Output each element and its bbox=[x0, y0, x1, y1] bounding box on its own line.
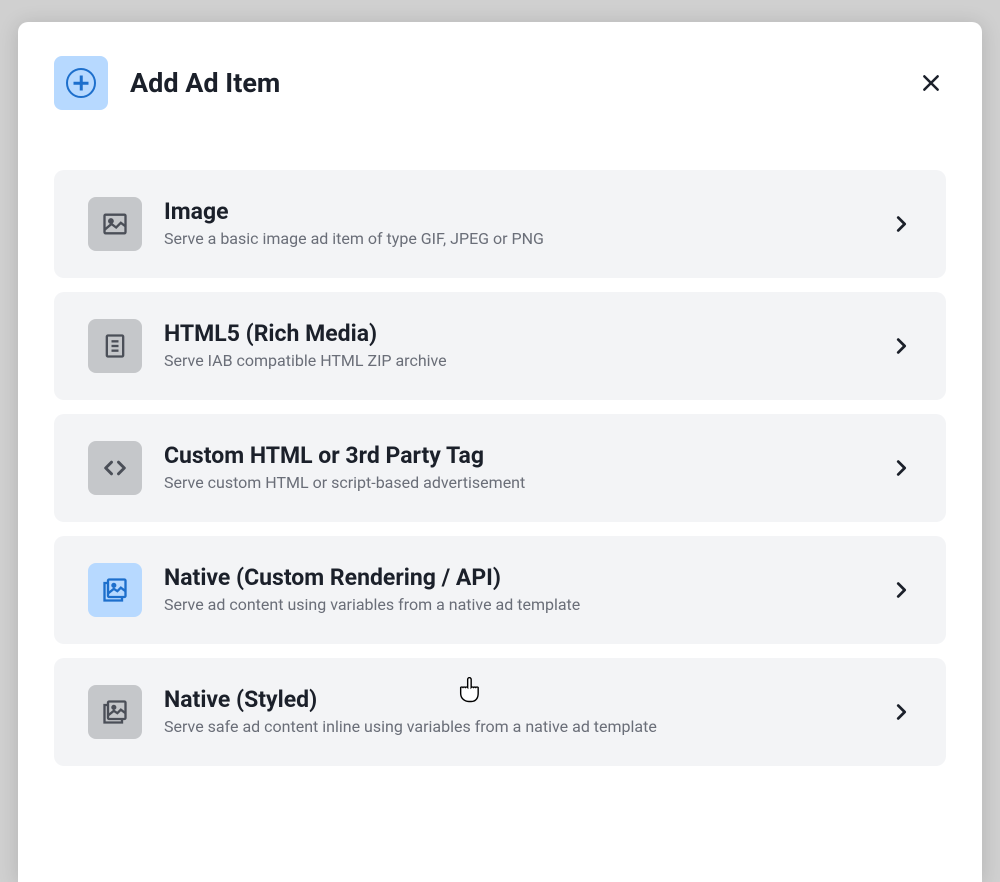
option-title: HTML5 (Rich Media) bbox=[164, 320, 890, 347]
option-title: Native (Styled) bbox=[164, 686, 890, 713]
option-title: Custom HTML or 3rd Party Tag bbox=[164, 442, 890, 469]
option-description: Serve a basic image ad item of type GIF,… bbox=[164, 229, 890, 250]
option-text: Image Serve a basic image ad item of typ… bbox=[164, 198, 890, 250]
native-styled-icon bbox=[88, 685, 142, 739]
chevron-right-icon bbox=[890, 457, 912, 479]
native-api-icon bbox=[88, 563, 142, 617]
code-icon bbox=[88, 441, 142, 495]
option-text: Custom HTML or 3rd Party Tag Serve custo… bbox=[164, 442, 890, 494]
chevron-right-icon bbox=[890, 579, 912, 601]
option-text: HTML5 (Rich Media) Serve IAB compatible … bbox=[164, 320, 890, 372]
option-title: Image bbox=[164, 198, 890, 225]
chevron-right-icon bbox=[890, 335, 912, 357]
modal-header: Add Ad Item bbox=[54, 56, 946, 110]
close-icon bbox=[921, 73, 941, 93]
option-text: Native (Custom Rendering / API) Serve ad… bbox=[164, 564, 890, 616]
option-list: Image Serve a basic image ad item of typ… bbox=[54, 170, 946, 766]
modal-title: Add Ad Item bbox=[130, 67, 916, 99]
option-description: Serve safe ad content inline using varia… bbox=[164, 717, 890, 738]
option-description: Serve custom HTML or script-based advert… bbox=[164, 473, 890, 494]
option-title: Native (Custom Rendering / API) bbox=[164, 564, 890, 591]
option-custom-html[interactable]: Custom HTML or 3rd Party Tag Serve custo… bbox=[54, 414, 946, 522]
option-image[interactable]: Image Serve a basic image ad item of typ… bbox=[54, 170, 946, 278]
option-native-api[interactable]: Native (Custom Rendering / API) Serve ad… bbox=[54, 536, 946, 644]
option-html5[interactable]: HTML5 (Rich Media) Serve IAB compatible … bbox=[54, 292, 946, 400]
chevron-right-icon bbox=[890, 213, 912, 235]
option-text: Native (Styled) Serve safe ad content in… bbox=[164, 686, 890, 738]
add-ad-item-modal: Add Ad Item Image Serve a basic image ad… bbox=[18, 22, 982, 882]
chevron-right-icon bbox=[890, 701, 912, 723]
option-description: Serve ad content using variables from a … bbox=[164, 595, 890, 616]
image-icon bbox=[88, 197, 142, 251]
option-description: Serve IAB compatible HTML ZIP archive bbox=[164, 351, 890, 372]
plus-circle-icon bbox=[54, 56, 108, 110]
option-native-styled[interactable]: Native (Styled) Serve safe ad content in… bbox=[54, 658, 946, 766]
document-icon bbox=[88, 319, 142, 373]
close-button[interactable] bbox=[916, 68, 946, 98]
